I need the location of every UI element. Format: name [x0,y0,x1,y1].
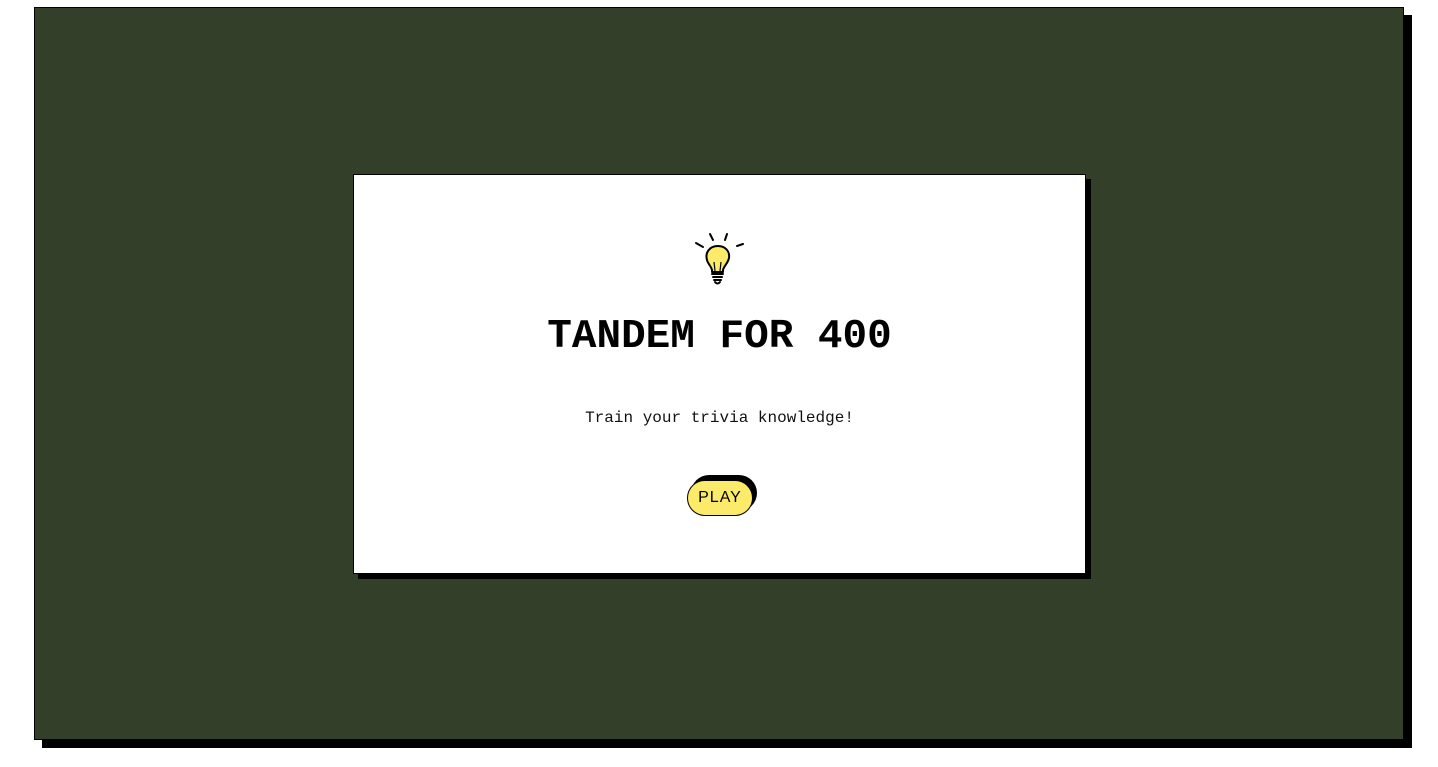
tagline: Train your trivia knowledge! [585,409,854,427]
welcome-card: TANDEM FOR 400 Train your trivia knowled… [353,174,1086,574]
lightbulb-icon [695,233,744,285]
play-button-container: PLAY [687,475,759,517]
play-button[interactable]: PLAY [687,480,753,516]
app-frame: TANDEM FOR 400 Train your trivia knowled… [34,7,1404,740]
page-title: TANDEM FOR 400 [547,314,892,360]
